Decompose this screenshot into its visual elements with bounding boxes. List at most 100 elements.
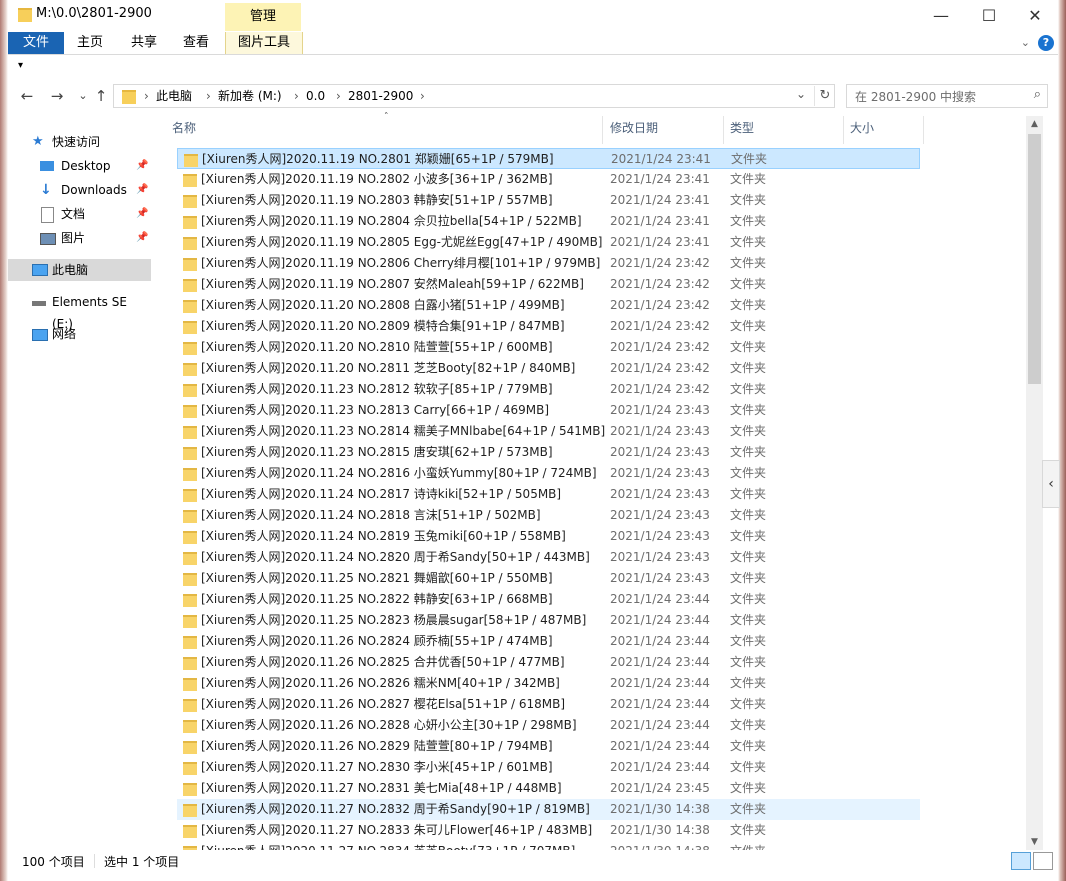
file-row[interactable]: [Xiuren秀人网]2020.11.23 NO.2812 软软子[85+1P … <box>177 379 920 400</box>
chevron-down-icon[interactable]: ⌄ <box>1021 36 1030 49</box>
ribbon-tabs: 文件 主页 共享 查看 图片工具 ⌄ ? <box>8 32 1058 55</box>
file-row[interactable]: [Xiuren秀人网]2020.11.25 NO.2822 韩静安[63+1P … <box>177 589 920 610</box>
breadcrumb-separator-icon[interactable]: › <box>206 87 211 105</box>
folder-icon <box>183 174 197 187</box>
column-header-date[interactable]: 修改日期 <box>610 116 658 140</box>
minimize-button[interactable]: — <box>918 2 964 30</box>
file-row[interactable]: [Xiuren秀人网]2020.11.26 NO.2827 樱花Elsa[51+… <box>177 694 920 715</box>
column-header-name[interactable]: 名称 <box>172 116 196 140</box>
customize-toolbar-icon[interactable]: ▾ <box>18 60 23 71</box>
file-row[interactable]: [Xiuren秀人网]2020.11.26 NO.2828 心妍小公主[30+1… <box>177 715 920 736</box>
file-row[interactable]: [Xiuren秀人网]2020.11.24 NO.2819 玉兔miki[60+… <box>177 526 920 547</box>
file-row[interactable]: [Xiuren秀人网]2020.11.27 NO.2833 朱可儿Flower[… <box>177 820 920 841</box>
file-row[interactable]: [Xiuren秀人网]2020.11.26 NO.2829 陆萱萱[80+1P … <box>177 736 920 757</box>
file-row[interactable]: [Xiuren秀人网]2020.11.27 NO.2832 周于希Sandy[9… <box>177 799 920 820</box>
breadcrumb-this-pc[interactable]: 此电脑 <box>156 87 192 105</box>
column-divider[interactable] <box>723 116 724 144</box>
column-header-size[interactable]: 大小 <box>850 116 874 140</box>
search-icon[interactable]: ⌕ <box>1034 87 1041 102</box>
column-header-type[interactable]: 类型 <box>730 116 754 140</box>
chevron-left-icon[interactable]: ‹ <box>1042 460 1060 508</box>
file-row[interactable]: [Xiuren秀人网]2020.11.26 NO.2826 糯米NM[40+1P… <box>177 673 920 694</box>
file-row[interactable]: [Xiuren秀人网]2020.11.24 NO.2817 诗诗kiki[52+… <box>177 484 920 505</box>
vertical-scrollbar[interactable]: ▲ ▼ <box>1026 116 1043 850</box>
breadcrumb-folder-0-0[interactable]: 0.0 <box>306 87 325 105</box>
column-divider[interactable] <box>602 116 603 144</box>
tab-view[interactable]: 查看 <box>174 32 218 54</box>
address-dropdown-icon[interactable]: ⌄ <box>796 87 806 101</box>
file-date: 2021/1/24 23:43 <box>610 445 710 459</box>
forward-arrow-icon[interactable]: → <box>46 85 68 107</box>
scrollbar-thumb[interactable] <box>1028 134 1041 384</box>
file-date: 2021/1/24 23:41 <box>610 172 710 186</box>
sidebar-item-desktop[interactable]: Desktop 📌 <box>8 155 151 177</box>
file-row[interactable]: [Xiuren秀人网]2020.11.19 NO.2803 韩静安[51+1P … <box>177 190 920 211</box>
folder-icon <box>183 594 197 607</box>
breadcrumb-current-folder[interactable]: 2801-2900 <box>348 87 413 105</box>
scroll-up-icon[interactable]: ▲ <box>1026 116 1043 132</box>
file-row[interactable]: [Xiuren秀人网]2020.11.20 NO.2808 白露小猪[51+1P… <box>177 295 920 316</box>
file-type: 文件夹 <box>730 403 767 417</box>
file-row[interactable]: [Xiuren秀人网]2020.11.24 NO.2818 言沫[51+1P /… <box>177 505 920 526</box>
file-row[interactable]: [Xiuren秀人网]2020.11.27 NO.2834 芝芝Booty[73… <box>177 841 920 850</box>
pin-icon[interactable]: 📌 <box>136 203 148 225</box>
large-icons-view-icon[interactable] <box>1033 852 1053 870</box>
file-name: [Xiuren秀人网]2020.11.20 NO.2809 模特合集[91+1P… <box>201 319 565 333</box>
sidebar-item-downloads[interactable]: ↓ Downloads 📌 <box>8 179 151 201</box>
scroll-down-icon[interactable]: ▼ <box>1026 834 1043 850</box>
file-row[interactable]: [Xiuren秀人网]2020.11.19 NO.2807 安然Maleah[5… <box>177 274 920 295</box>
breadcrumb-separator-icon[interactable]: › <box>336 87 341 105</box>
file-row[interactable]: [Xiuren秀人网]2020.11.26 NO.2824 顾乔楠[55+1P … <box>177 631 920 652</box>
pin-icon[interactable]: 📌 <box>136 155 148 177</box>
sidebar-item-this-pc[interactable]: 此电脑 <box>8 259 151 281</box>
back-arrow-icon[interactable]: ← <box>16 85 38 107</box>
file-row[interactable]: [Xiuren秀人网]2020.11.24 NO.2820 周于希Sandy[5… <box>177 547 920 568</box>
tab-share[interactable]: 共享 <box>122 32 166 54</box>
file-row[interactable]: [Xiuren秀人网]2020.11.20 NO.2811 芝芝Booty[82… <box>177 358 920 379</box>
file-row[interactable]: [Xiuren秀人网]2020.11.20 NO.2809 模特合集[91+1P… <box>177 316 920 337</box>
breadcrumb-separator-icon[interactable]: › <box>294 87 299 105</box>
file-row[interactable]: [Xiuren秀人网]2020.11.19 NO.2804 佘贝拉bella[5… <box>177 211 920 232</box>
sidebar-item-documents[interactable]: 文档 📌 <box>8 203 151 225</box>
column-divider[interactable] <box>843 116 844 144</box>
breadcrumb-drive[interactable]: 新加卷 (M:) <box>218 87 282 105</box>
file-row[interactable]: [Xiuren秀人网]2020.11.24 NO.2816 小蛮妖Yummy[8… <box>177 463 920 484</box>
file-row[interactable]: [Xiuren秀人网]2020.11.27 NO.2831 美七Mia[48+1… <box>177 778 920 799</box>
breadcrumb-separator-icon[interactable]: › <box>420 87 425 105</box>
refresh-icon[interactable]: ↻ <box>814 86 835 106</box>
sidebar-item-network[interactable]: 网络 <box>8 323 151 345</box>
sidebar-item-quick-access[interactable]: ★ 快速访问 <box>8 131 151 153</box>
search-input[interactable]: 在 2801-2900 中搜索 ⌕ <box>846 84 1048 108</box>
file-row[interactable]: [Xiuren秀人网]2020.11.26 NO.2825 合井优香[50+1P… <box>177 652 920 673</box>
breadcrumb-separator-icon[interactable]: › <box>144 87 149 105</box>
file-type: 文件夹 <box>730 193 767 207</box>
column-divider[interactable] <box>923 116 924 144</box>
file-row[interactable]: [Xiuren秀人网]2020.11.25 NO.2821 舞媚歆[60+1P … <box>177 568 920 589</box>
sidebar-item-pictures[interactable]: 图片 📌 <box>8 227 151 249</box>
file-row[interactable]: [Xiuren秀人网]2020.11.23 NO.2814 糯美子MNlbabe… <box>177 421 920 442</box>
up-arrow-icon[interactable]: ↑ <box>90 85 112 107</box>
item-count: 100 个项目 <box>22 855 85 869</box>
pin-icon[interactable]: 📌 <box>136 179 148 201</box>
file-row[interactable]: [Xiuren秀人网]2020.11.19 NO.2802 小波多[36+1P … <box>177 169 920 190</box>
quick-access-toolbar: ▾ <box>8 55 1058 79</box>
file-row[interactable]: [Xiuren秀人网]2020.11.20 NO.2810 陆萱萱[55+1P … <box>177 337 920 358</box>
address-bar[interactable]: › 此电脑 › 新加卷 (M:) › 0.0 › 2801-2900 › ⌄ ↻ <box>113 84 835 108</box>
file-row[interactable]: [Xiuren秀人网]2020.11.23 NO.2815 唐安琪[62+1P … <box>177 442 920 463</box>
file-row[interactable]: [Xiuren秀人网]2020.11.19 NO.2805 Egg-尤妮丝Egg… <box>177 232 920 253</box>
tab-picture-tools[interactable]: 图片工具 <box>225 32 303 54</box>
help-icon[interactable]: ? <box>1038 35 1054 51</box>
details-view-icon[interactable] <box>1011 852 1031 870</box>
tab-home[interactable]: 主页 <box>68 32 112 54</box>
sidebar-item-drive-e[interactable]: Elements SE (E:) <box>8 291 151 331</box>
file-row[interactable]: [Xiuren秀人网]2020.11.23 NO.2813 Carry[66+1… <box>177 400 920 421</box>
maximize-button[interactable]: ☐ <box>966 2 1012 30</box>
file-row[interactable]: [Xiuren秀人网]2020.11.27 NO.2830 李小米[45+1P … <box>177 757 920 778</box>
tab-file[interactable]: 文件 <box>8 32 64 54</box>
file-row[interactable]: [Xiuren秀人网]2020.11.25 NO.2823 杨晨晨sugar[5… <box>177 610 920 631</box>
close-button[interactable]: ✕ <box>1012 2 1058 30</box>
file-row[interactable]: [Xiuren秀人网]2020.11.19 NO.2806 Cherry绯月樱[… <box>177 253 920 274</box>
file-row[interactable]: [Xiuren秀人网]2020.11.19 NO.2801 郑颖姗[65+1P … <box>177 148 920 169</box>
file-type: 文件夹 <box>730 172 767 186</box>
pin-icon[interactable]: 📌 <box>136 227 148 249</box>
